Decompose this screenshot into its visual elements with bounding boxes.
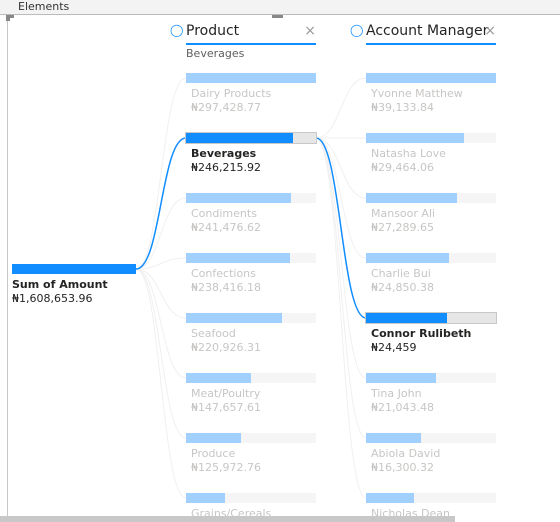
node-bar-fill: [186, 493, 225, 503]
node-label: Abiola David: [371, 447, 441, 460]
root-node[interactable]: Sum of Amount ₦1,608,653.96: [12, 264, 136, 306]
node-label: Meat/Poultry: [191, 387, 261, 400]
node-value: ₦220,926.31: [191, 341, 261, 354]
node-bar: [366, 73, 496, 83]
node-bar-fill: [186, 133, 293, 143]
node-label: Yvonne Matthew: [371, 87, 463, 100]
tree-node[interactable]: Charlie Bui ₦24,850.38: [366, 253, 496, 295]
node-bar: [186, 193, 316, 203]
tree-node[interactable]: Confections ₦238,416.18: [186, 253, 316, 295]
node-value: ₦16,300.32: [371, 461, 434, 474]
node-bar: [366, 373, 496, 383]
level-title: Product: [186, 23, 240, 39]
node-bar-fill: [366, 493, 415, 503]
node-bar: [186, 313, 316, 323]
node-bar-fill: [366, 433, 421, 443]
selected-connector: [135, 137, 187, 270]
node-bar-fill: [366, 133, 464, 143]
tree-node[interactable]: Connor Rulibeth ₦24,459: [365, 312, 497, 355]
node-label: Seafood: [191, 327, 236, 340]
faint-connector: [315, 137, 367, 499]
node-value: ₦39,133.84: [371, 101, 434, 114]
root-value: ₦1,608,653.96: [12, 292, 93, 305]
node-value: ₦246,215.92: [191, 161, 261, 174]
tree-node[interactable]: Abiola David ₦16,300.32: [366, 433, 496, 475]
lightbulb-icon[interactable]: ◯: [350, 23, 363, 37]
faint-connector: [135, 268, 187, 499]
node-bar: [186, 73, 316, 83]
close-icon[interactable]: ×: [484, 23, 496, 39]
node-bar-fill: [366, 373, 437, 383]
node-bar-fill: [366, 313, 447, 323]
close-icon[interactable]: ×: [304, 23, 316, 39]
level-title: Account Manager: [366, 23, 489, 39]
node-bar: [365, 312, 497, 324]
tree-node[interactable]: Condiments ₦241,476.62: [186, 193, 316, 235]
node-bar: [186, 493, 316, 503]
node-bar: [366, 193, 496, 203]
tree-node[interactable]: Dairy Products ₦297,428.77: [186, 73, 316, 115]
node-label: Connor Rulibeth: [371, 327, 472, 340]
node-label: Charlie Bui: [371, 267, 431, 280]
node-label: Natasha Love: [371, 147, 446, 160]
node-value: ₦29,464.06: [371, 161, 434, 174]
faint-connector: [315, 137, 367, 259]
node-value: ₦27,289.65: [371, 221, 434, 234]
node-bar: [186, 433, 316, 443]
node-bar: [366, 253, 496, 263]
node-label: Dairy Products: [191, 87, 272, 100]
node-label: Confections: [191, 267, 256, 280]
node-bar: [186, 253, 316, 263]
level-header: Product ×: [186, 22, 316, 45]
node-bar-fill: [186, 433, 241, 443]
level-header: Account Manager ×: [366, 22, 496, 45]
node-value: ₦21,043.48: [371, 401, 434, 414]
tree-node[interactable]: Mansoor Ali ₦27,289.65: [366, 193, 496, 235]
node-label: Produce: [191, 447, 236, 460]
tree-node[interactable]: Beverages ₦246,215.92: [185, 132, 317, 175]
node-label: Beverages: [191, 147, 257, 160]
faint-connector: [315, 137, 367, 379]
node-value: ₦238,416.18: [191, 281, 261, 294]
node-bar: [366, 493, 496, 503]
node-label: Condiments: [191, 207, 257, 220]
node-bar-fill: [366, 193, 457, 203]
node-bar: [366, 433, 496, 443]
node-bar-fill: [186, 373, 251, 383]
faint-connector: [315, 137, 367, 439]
node-bar: [185, 132, 317, 144]
faint-connector: [315, 77, 367, 139]
tree-node[interactable]: Tina John ₦21,043.48: [366, 373, 496, 415]
node-bar-fill: [366, 73, 496, 83]
node-bar-fill: [186, 193, 292, 203]
node-value: ₦24,850.38: [371, 281, 434, 294]
node-value: ₦241,476.62: [191, 221, 261, 234]
lightbulb-icon[interactable]: ◯: [170, 23, 183, 37]
node-value: ₦147,657.61: [191, 401, 261, 414]
node-bar: [186, 373, 316, 383]
root-label: Sum of Amount: [12, 278, 108, 291]
tree-node[interactable]: Seafood ₦220,926.31: [186, 313, 316, 355]
selected-caption: Beverages: [186, 47, 245, 60]
node-label: Mansoor Ali: [371, 207, 436, 220]
node-bar: [366, 133, 496, 143]
horizontal-scrollbar[interactable]: [0, 516, 455, 522]
faint-connector: [135, 268, 187, 379]
node-value: ₦125,972.76: [191, 461, 261, 474]
node-bar-fill: [186, 313, 283, 323]
node-value: ₦297,428.77: [191, 101, 261, 114]
node-bar-fill: [186, 253, 290, 263]
tree-node[interactable]: Produce ₦125,972.76: [186, 433, 316, 475]
tree-node[interactable]: Meat/Poultry ₦147,657.61: [186, 373, 316, 415]
faint-connector: [135, 77, 187, 270]
node-bar-fill: [366, 253, 450, 263]
node-bar-fill: [186, 73, 316, 83]
tree-node[interactable]: Yvonne Matthew ₦39,133.84: [366, 73, 496, 115]
node-label: Tina John: [371, 387, 422, 400]
root-bar: [12, 264, 136, 274]
tree-node[interactable]: Natasha Love ₦29,464.06: [366, 133, 496, 175]
node-value: ₦24,459: [371, 341, 417, 354]
